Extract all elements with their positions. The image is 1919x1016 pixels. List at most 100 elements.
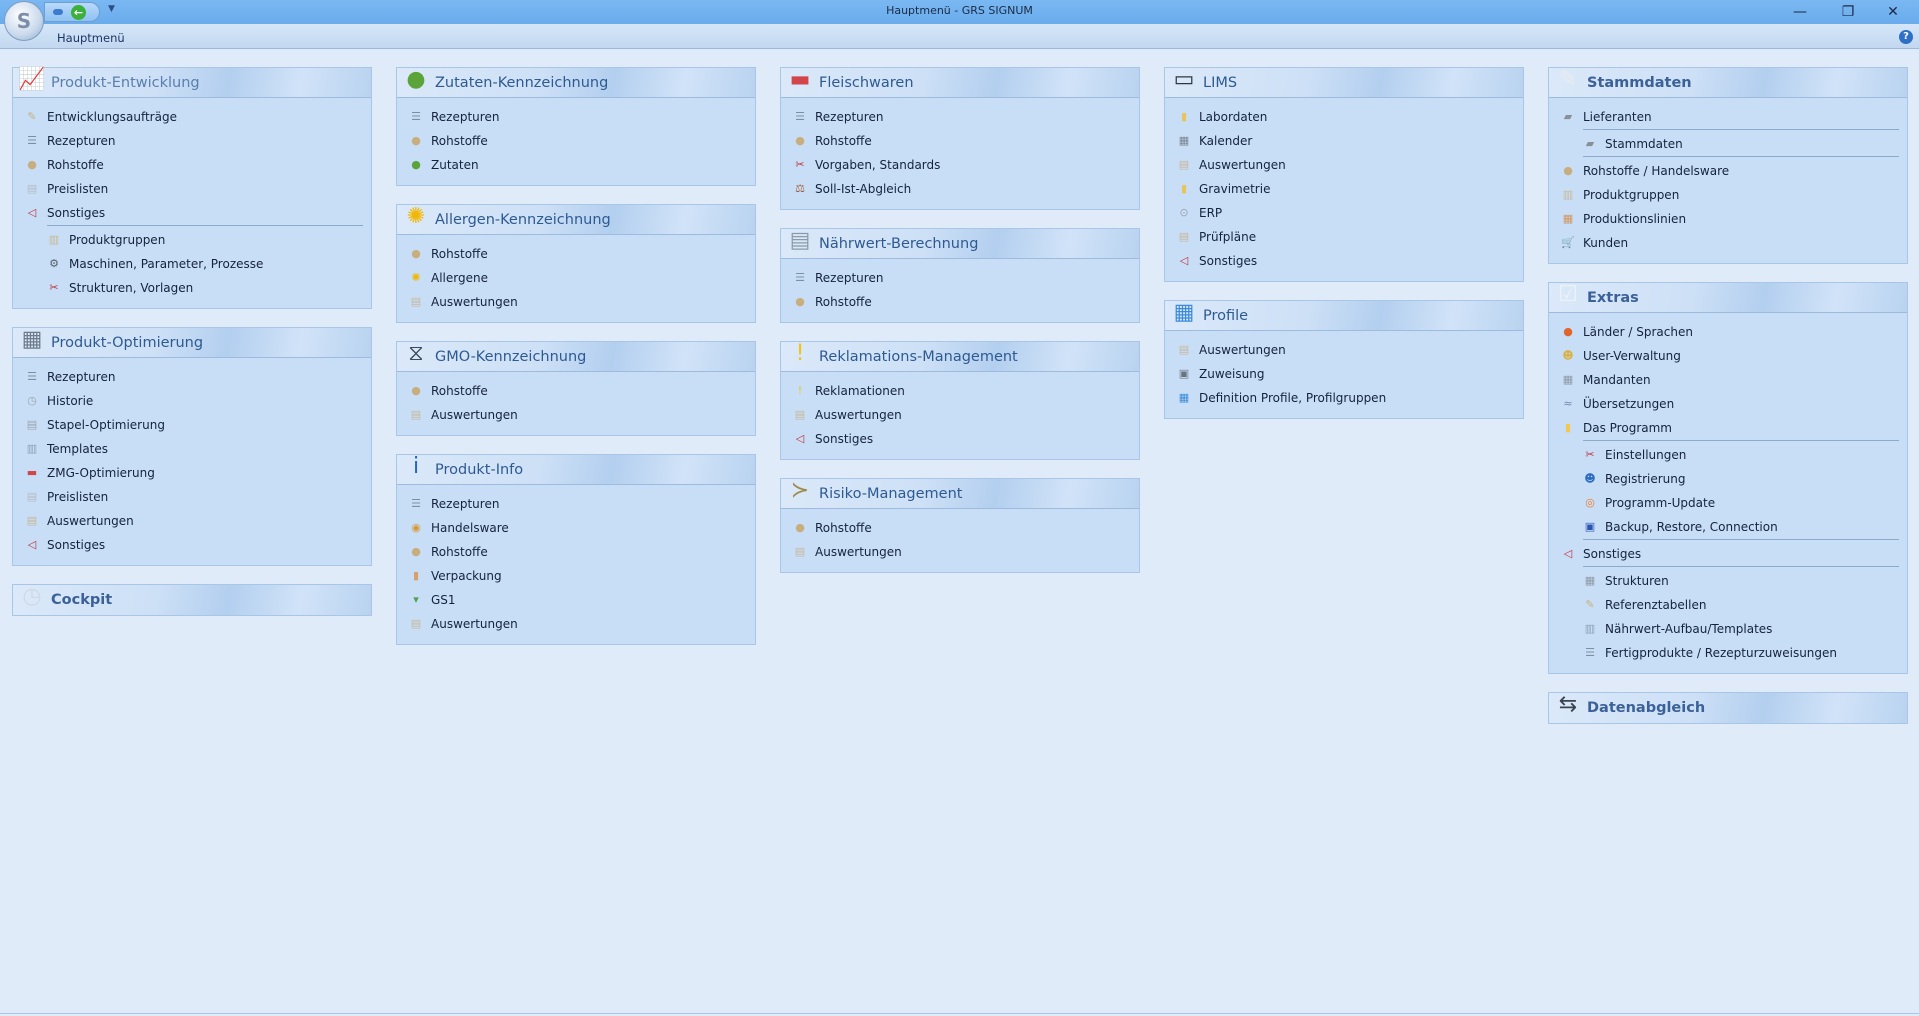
menu-item-gs1[interactable]: ▾ GS1	[397, 588, 755, 612]
menu-item-auswertungen[interactable]: ▤ Auswertungen	[397, 612, 755, 636]
menu-item-mandanten[interactable]: ▦ Mandanten	[1549, 368, 1907, 392]
menu-item-rezepturen[interactable]: ☰ Rezepturen	[781, 105, 1139, 129]
fish-warning-icon: ≻	[790, 477, 810, 503]
menu-item-auswertungen[interactable]: ▤ Auswertungen	[13, 509, 371, 533]
menu-item-templates[interactable]: ▥ Templates	[13, 437, 371, 461]
back-arrow-icon[interactable]: ←	[71, 4, 86, 20]
menu-item-soll-ist-abgleich[interactable]: ⚖ Soll-Ist-Abgleich	[781, 177, 1139, 201]
menu-item-sonstiges[interactable]: ◁ Sonstiges	[1549, 542, 1907, 566]
menu-item-strukturen[interactable]: ▦ Strukturen	[1549, 569, 1907, 593]
menu-item-kunden[interactable]: 🛒 Kunden	[1549, 231, 1907, 255]
minimize-button[interactable]: —	[1785, 2, 1815, 22]
menu-item-auswertungen[interactable]: ▤ Auswertungen	[397, 403, 755, 427]
menu-item-rezepturen[interactable]: ☰ Rezepturen	[13, 129, 371, 153]
menu-item-fertigprodukte-rezepturzuweisungen[interactable]: ☰ Fertigprodukte / Rezepturzuweisungen	[1549, 641, 1907, 665]
menu-item-auswertungen[interactable]: ▤ Auswertungen	[781, 403, 1139, 427]
menu-item-labordaten[interactable]: ▮ Labordaten	[1165, 105, 1523, 129]
menu-item-rohstoffe[interactable]: ● Rohstoffe	[13, 153, 371, 177]
menu-item-das-programm[interactable]: ▮ Das Programm	[1549, 416, 1907, 440]
menu-item-auswertungen[interactable]: ▤ Auswertungen	[781, 540, 1139, 564]
close-button[interactable]: ✕	[1878, 2, 1908, 22]
menu-item-auswertungen[interactable]: ▤ Auswertungen	[397, 290, 755, 314]
menu-item-rezepturen[interactable]: ☰ Rezepturen	[13, 365, 371, 389]
menu-item-backup-restore-connection[interactable]: ▣ Backup, Restore, Connection	[1549, 515, 1907, 539]
menu-item-laender-sprachen[interactable]: ● Länder / Sprachen	[1549, 320, 1907, 344]
menu-item-sonstiges[interactable]: ◁ Sonstiges	[13, 201, 371, 225]
panel-header[interactable]: ◷ Cockpit	[13, 584, 371, 615]
menu-item-pruefplaene[interactable]: ▤ Prüfpläne	[1165, 225, 1523, 249]
menu-item-historie[interactable]: ◷ Historie	[13, 389, 371, 413]
menu-item-rohstoffe[interactable]: ● Rohstoffe	[781, 290, 1139, 314]
menu-item-zmg-optimierung[interactable]: ▬ ZMG-Optimierung	[13, 461, 371, 485]
menu-item-maschinen-parameter-prozesse[interactable]: ⚙ Maschinen, Parameter, Prozesse	[13, 252, 371, 276]
menu-item-registrierung[interactable]: ☻ Registrierung	[1549, 467, 1907, 491]
help-icon[interactable]: ?	[1899, 30, 1913, 44]
menu-item-sonstiges[interactable]: ◁ Sonstiges	[1165, 249, 1523, 273]
menu-item-produktgruppen[interactable]: ▥ Produktgruppen	[1549, 183, 1907, 207]
menu-item-label: Sonstiges	[47, 206, 106, 220]
menu-item-rezepturen[interactable]: ☰ Rezepturen	[781, 266, 1139, 290]
calculator-icon: ▦	[21, 326, 43, 352]
menu-item-definition-profile-profilgruppen[interactable]: ▦ Definition Profile, Profilgruppen	[1165, 386, 1523, 410]
menu-item-allergene[interactable]: ✺ Allergene	[397, 266, 755, 290]
menu-item-produktgruppen[interactable]: ▥ Produktgruppen	[13, 228, 371, 252]
meat-icon: ▬	[789, 66, 811, 92]
menu-item-auswertungen[interactable]: ▤ Auswertungen	[1165, 338, 1523, 362]
menu-column: ● Zutaten-Kennzeichnung ☰ Rezepturen ● Rohsto…	[396, 67, 756, 663]
panel-title: LIMS	[1203, 74, 1238, 91]
menu-item-label: Produktionslinien	[1583, 212, 1687, 226]
menu-item-rohstoffe[interactable]: ● Rohstoffe	[397, 379, 755, 403]
menu-item-sonstiges[interactable]: ◁ Sonstiges	[781, 427, 1139, 451]
menu-item-programm-update[interactable]: ◎ Programm-Update	[1549, 491, 1907, 515]
menu-item-user-verwaltung[interactable]: ☻ User-Verwaltung	[1549, 344, 1907, 368]
menu-item-rohstoffe-handelsware[interactable]: ● Rohstoffe / Handelsware	[1549, 159, 1907, 183]
menu-item-auswertungen[interactable]: ▤ Auswertungen	[1165, 153, 1523, 177]
menu-item-zuweisung[interactable]: ▣ Zuweisung	[1165, 362, 1523, 386]
menu-item-preislisten[interactable]: ▤ Preislisten	[13, 485, 371, 509]
panel-title: Produkt-Entwicklung	[51, 74, 200, 91]
menu-item-rohstoffe[interactable]: ● Rohstoffe	[397, 242, 755, 266]
tab-hauptmenue[interactable]: Hauptmenü	[57, 31, 125, 45]
menu-item-rohstoffe[interactable]: ● Rohstoffe	[781, 516, 1139, 540]
menu-item-sonstiges[interactable]: ◁ Sonstiges	[13, 533, 371, 557]
menu-item-verpackung[interactable]: ▮ Verpackung	[397, 564, 755, 588]
menu-item-rezepturen[interactable]: ☰ Rezepturen	[397, 105, 755, 129]
menu-item-reklamationen[interactable]: ! Reklamationen	[781, 379, 1139, 403]
restore-button[interactable]: ❐	[1833, 2, 1863, 22]
menu-item-einstellungen[interactable]: ✂ Einstellungen	[1549, 443, 1907, 467]
menu-item-lieferanten[interactable]: ▰ Lieferanten	[1549, 105, 1907, 129]
menu-item-kalender[interactable]: ▦ Kalender	[1165, 129, 1523, 153]
menu-item-stammdaten[interactable]: ▰ Stammdaten	[1549, 132, 1907, 156]
menu-item-naehrwert-aufbau-templates[interactable]: ▥ Nährwert-Aufbau/Templates	[1549, 617, 1907, 641]
menu-item-zutaten[interactable]: ● Zutaten	[397, 153, 755, 177]
menu-item-preislisten[interactable]: ▤ Preislisten	[13, 177, 371, 201]
menu-item-uebersetzungen[interactable]: ≈ Übersetzungen	[1549, 392, 1907, 416]
menu-item-referenztabellen[interactable]: ✎ Referenztabellen	[1549, 593, 1907, 617]
menu-item-handelsware[interactable]: ◉ Handelsware	[397, 516, 755, 540]
flower-icon: ✺	[406, 203, 426, 229]
quick-access-toolbar: ←	[44, 2, 100, 22]
menu-item-produktionslinien[interactable]: ▦ Produktionslinien	[1549, 207, 1907, 231]
menu-item-rohstoffe[interactable]: ● Rohstoffe	[397, 129, 755, 153]
customize-toolbar-icon[interactable]: ▼	[108, 4, 115, 14]
panel-fleischwaren: ▬ Fleischwaren ☰ Rezepturen ● Rohstoffe ✂ Vorga…	[780, 67, 1140, 210]
menu-item-label: Rohstoffe	[431, 384, 488, 398]
menu-item-rohstoffe[interactable]: ● Rohstoffe	[781, 129, 1139, 153]
menu-item-erp[interactable]: ⊙ ERP	[1165, 201, 1523, 225]
menu-item-label: Auswertungen	[431, 295, 518, 309]
menu-item-strukturen-vorlagen[interactable]: ✂ Strukturen, Vorlagen	[13, 276, 371, 300]
menu-item-stapel-optimierung[interactable]: ▤ Stapel-Optimierung	[13, 413, 371, 437]
panel-title: Stammdaten	[1587, 74, 1692, 91]
menu-item-label: GS1	[431, 593, 456, 607]
menu-item-gravimetrie[interactable]: ▮ Gravimetrie	[1165, 177, 1523, 201]
menu-item-rezepturen[interactable]: ☰ Rezepturen	[397, 492, 755, 516]
menu-item-label: Produktgruppen	[69, 233, 166, 247]
menu-item-vorgaben-standards[interactable]: ✂ Vorgaben, Standards	[781, 153, 1139, 177]
menu-item-entwicklungsauftraege[interactable]: ✎ Entwicklungsaufträge	[13, 105, 371, 129]
menu-item-rohstoffe[interactable]: ● Rohstoffe	[397, 540, 755, 564]
minimize-ribbon-icon[interactable]	[53, 9, 63, 15]
panel-header: ▬ Fleischwaren	[781, 67, 1139, 98]
menu-item-label: Stapel-Optimierung	[47, 418, 165, 432]
application-menu-button[interactable]: S	[4, 1, 44, 41]
panel-header[interactable]: ⇆ Datenabgleich	[1549, 692, 1907, 723]
